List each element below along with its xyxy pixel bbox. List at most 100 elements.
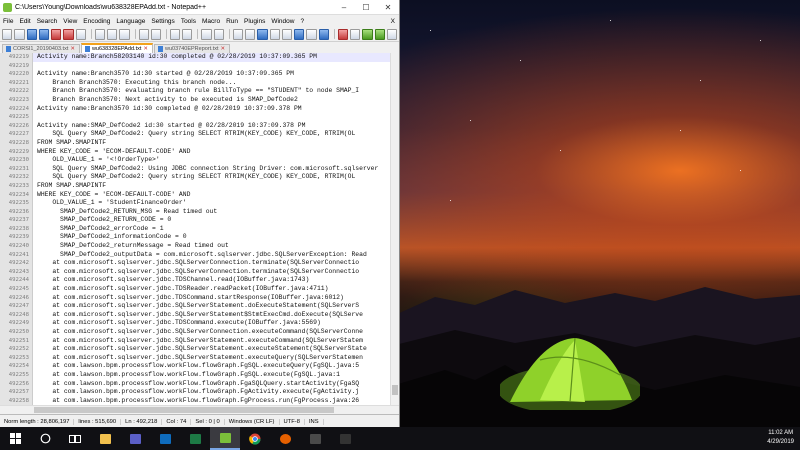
code-line[interactable]: OLD_VALUE_1 = '<!OrderType>'	[33, 156, 390, 165]
code-line[interactable]: at com.microsoft.sqlserver.jdbc.TDSComma…	[33, 294, 390, 303]
system-clock[interactable]: 11:02 AM 4/29/2019	[767, 429, 794, 447]
status-encoding[interactable]: UTF-8	[280, 418, 305, 425]
firefox-icon[interactable]	[270, 427, 300, 450]
undo-icon[interactable]	[138, 28, 149, 40]
stop-macro-icon[interactable]	[350, 28, 361, 40]
close-button[interactable]: ✕	[377, 3, 399, 12]
vertical-scrollbar[interactable]	[390, 53, 399, 405]
menu-search[interactable]: Search	[34, 18, 61, 25]
code-line[interactable]: Activity name:Branch58203140 id:30 compl…	[33, 53, 390, 62]
show-all-characters-icon[interactable]	[269, 28, 280, 40]
word-wrap-icon[interactable]	[257, 28, 268, 40]
code-line[interactable]: at com.microsoft.sqlserver.jdbc.TDSChann…	[33, 276, 390, 285]
horizontal-scrollbar[interactable]	[0, 405, 399, 414]
folder-as-workspace-icon[interactable]	[318, 28, 329, 40]
notepadpp-taskbar-icon[interactable]	[210, 427, 240, 450]
tab-wu03740epreport[interactable]: wu03740EPReport.txt ✕	[154, 44, 231, 53]
maximize-button[interactable]: ☐	[355, 3, 377, 12]
code-line[interactable]: at com.microsoft.sqlserver.jdbc.TDSReade…	[33, 285, 390, 294]
text-area[interactable]: Activity name:Branch58203140 id:30 compl…	[33, 53, 390, 405]
chrome-icon[interactable]	[240, 427, 270, 450]
menu-window[interactable]: Window	[268, 18, 297, 25]
excel-icon[interactable]	[180, 427, 210, 450]
code-line[interactable]: SMAP_DefCode2_returnMessage = Read timed…	[33, 242, 390, 251]
code-line[interactable]: at com.microsoft.sqlserver.jdbc.SQLServe…	[33, 268, 390, 277]
sync-horizontal-icon[interactable]	[245, 28, 256, 40]
menu-run[interactable]: Run	[223, 18, 241, 25]
code-line[interactable]: FROM SMAP.SMAPINTF	[33, 182, 390, 191]
play-macro-icon[interactable]	[362, 28, 373, 40]
code-line[interactable]: FROM SMAP.SMAPINTF	[33, 139, 390, 148]
menu-language[interactable]: Language	[113, 18, 148, 25]
save-macro-icon[interactable]	[386, 28, 398, 40]
code-line[interactable]: Activity name:Branch3570 id:30 started @…	[33, 70, 390, 79]
tab-wu638328epadd[interactable]: wu638328EPAdd.txt ✕	[80, 43, 153, 53]
close-document-icon[interactable]: X	[387, 18, 399, 25]
menu-macro[interactable]: Macro	[199, 18, 223, 25]
close-all-icon[interactable]	[63, 28, 74, 40]
code-line[interactable]: SMAP_DefCode2_informationCode = 0	[33, 233, 390, 242]
code-line[interactable]: SQL Query SMAP_DefCode2: Using JDBC conn…	[33, 165, 390, 174]
code-line[interactable]: SQL Query SMAP_DefCode2: Query string SE…	[33, 173, 390, 182]
code-line[interactable]: Activity name:SMAP_DefCode2 id:30 starte…	[33, 122, 390, 131]
function-list-icon[interactable]	[306, 28, 317, 40]
code-line[interactable]: WHERE KEY_CODE = 'ECOM-DEFAULT-CODE' AND	[33, 148, 390, 157]
code-line[interactable]: at com.lawson.bpm.processflow.workFlow.f…	[33, 371, 390, 380]
code-line[interactable]: Branch Branch3570: evaluating branch rul…	[33, 87, 390, 96]
horizontal-scroll-thumb[interactable]	[34, 407, 334, 413]
redo-icon[interactable]	[150, 28, 162, 40]
teams-icon[interactable]	[120, 427, 150, 450]
menu-tools[interactable]: Tools	[178, 18, 199, 25]
cut-icon[interactable]	[94, 28, 106, 40]
code-line[interactable]: SMAP_DefCode2_errorCode = 1	[33, 225, 390, 234]
code-line[interactable]: WHERE KEY_CODE = 'ECOM-DEFAULT-CODE' AND	[33, 191, 390, 200]
code-line[interactable]	[33, 113, 390, 122]
code-line[interactable]: at com.microsoft.sqlserver.jdbc.SQLServe…	[33, 302, 390, 311]
status-eol[interactable]: Windows (CR LF)	[225, 418, 280, 425]
code-line[interactable]: at com.lawson.bpm.processflow.workFlow.f…	[33, 397, 390, 405]
media-player-icon[interactable]	[330, 427, 360, 450]
code-line[interactable]: at com.microsoft.sqlserver.jdbc.SQLServe…	[33, 354, 390, 363]
save-all-icon[interactable]	[38, 28, 50, 40]
code-line[interactable]: SMAP_DefCode2_RETURN_CODE = 0	[33, 216, 390, 225]
code-line[interactable]: at com.microsoft.sqlserver.jdbc.TDSComma…	[33, 319, 390, 328]
replace-icon[interactable]	[182, 28, 193, 40]
windows-start-icon[interactable]	[0, 427, 30, 450]
title-bar[interactable]: C:\Users\Young\Downloads\wu638328EPAdd.t…	[0, 0, 399, 15]
code-line[interactable]: Activity name:Branch3570 id:30 completed…	[33, 105, 390, 114]
code-line[interactable]: at com.microsoft.sqlserver.jdbc.SQLServe…	[33, 337, 390, 346]
settings-icon[interactable]	[300, 427, 330, 450]
editor-pane[interactable]: 492219 492219 492220 492221 492222 492223 4922…	[0, 53, 399, 421]
tab-corsi[interactable]: CORSI1_20190403.txt ✕	[2, 44, 80, 53]
close-file-icon[interactable]	[51, 28, 62, 40]
print-icon[interactable]	[75, 28, 86, 40]
task-view-icon[interactable]	[60, 427, 90, 450]
indent-guide-icon[interactable]	[281, 28, 293, 40]
code-line[interactable]: at com.lawson.bpm.processflow.workFlow.f…	[33, 380, 390, 389]
code-line[interactable]	[33, 62, 390, 71]
zoom-in-icon[interactable]	[201, 28, 212, 40]
code-line[interactable]: SMAP_DefCode2_outputData = com.microsoft…	[33, 251, 390, 260]
save-icon[interactable]	[26, 28, 37, 40]
code-line[interactable]: OLD_VALUE_1 = 'StudentFinanceOrder'	[33, 199, 390, 208]
document-map-icon[interactable]	[294, 28, 305, 40]
open-file-icon[interactable]	[14, 28, 25, 40]
tab-close-icon[interactable]: ✕	[221, 46, 226, 52]
status-insert-mode[interactable]: INS	[305, 418, 324, 425]
menu-encoding[interactable]: Encoding	[80, 18, 113, 25]
code-line[interactable]: at com.microsoft.sqlserver.jdbc.SQLServe…	[33, 345, 390, 354]
menu-edit[interactable]: Edit	[16, 18, 33, 25]
code-line[interactable]: Branch Branch3570: Executing this branch…	[33, 79, 390, 88]
menu-settings[interactable]: Settings	[148, 18, 178, 25]
cortana-search-icon[interactable]	[30, 427, 60, 450]
menu-plugins[interactable]: Plugins	[241, 18, 268, 25]
code-line[interactable]: at com.lawson.bpm.processflow.workFlow.f…	[33, 388, 390, 397]
code-line[interactable]: SMAP_DefCode2_RETURN_MSG = Read timed ou…	[33, 208, 390, 217]
code-line[interactable]: at com.microsoft.sqlserver.jdbc.SQLServe…	[33, 259, 390, 268]
code-line[interactable]: SQL Query SMAP_DefCode2: Query string SE…	[33, 130, 390, 139]
copy-icon[interactable]	[107, 28, 118, 40]
menu-file[interactable]: File	[0, 18, 16, 25]
code-line[interactable]: at com.microsoft.sqlserver.jdbc.SQLServe…	[33, 328, 390, 337]
tab-close-icon[interactable]: ✕	[70, 46, 75, 52]
record-macro-icon[interactable]	[337, 28, 349, 40]
